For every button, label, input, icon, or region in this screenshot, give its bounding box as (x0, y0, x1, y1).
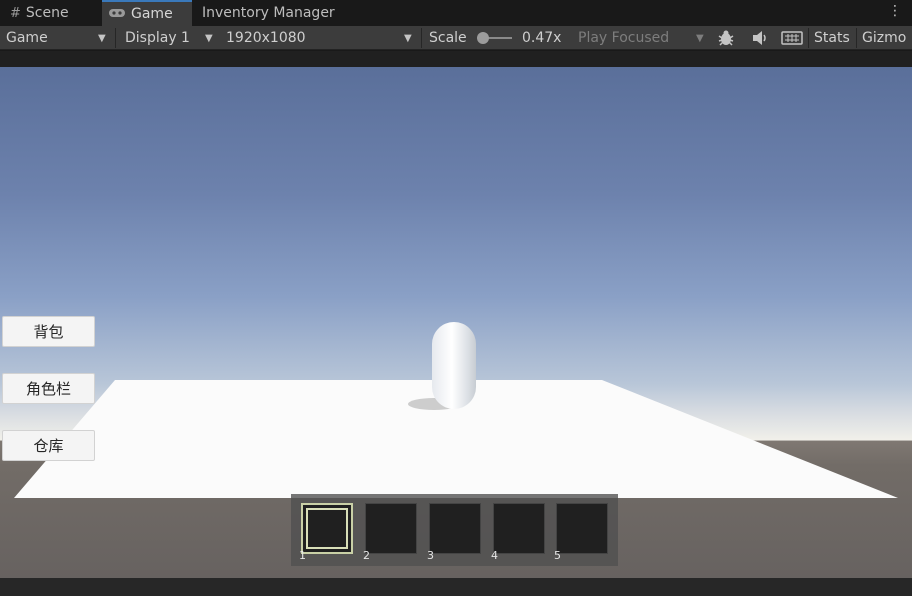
mode-dropdown[interactable]: Game ▼ (6, 26, 110, 50)
bug-icon[interactable] (716, 26, 736, 50)
divider (115, 28, 116, 48)
tab-inventory-manager[interactable]: Inventory Manager (196, 0, 356, 26)
chevron-down-icon: ▼ (205, 32, 213, 44)
kebab-menu-icon[interactable]: ⋮ (888, 3, 902, 19)
gizmos-button[interactable]: Gizmo (862, 26, 906, 50)
resolution-dropdown-label: 1920x1080 (226, 30, 306, 46)
slot-number: 5 (554, 549, 561, 562)
scale-value: 0.47x (522, 30, 562, 46)
play-mode-dropdown-label: Play Focused (578, 30, 670, 46)
editor-tab-bar: # Scene Game Inventory Manager ⋮ (0, 0, 912, 26)
play-mode-dropdown[interactable]: Play Focused ▼ (578, 26, 708, 50)
tab-game-label: Game (131, 6, 173, 22)
speaker-icon[interactable] (751, 26, 769, 50)
slot-number: 3 (427, 549, 434, 562)
backpack-button[interactable]: 背包 (2, 316, 95, 347)
game-viewport[interactable]: 背包 角色栏 仓库 1 2 3 4 5 (0, 67, 912, 578)
slot-number: 2 (363, 549, 370, 562)
resolution-dropdown[interactable]: 1920x1080 ▼ (226, 26, 416, 50)
tab-inventory-manager-label: Inventory Manager (202, 5, 335, 21)
hotbar-slot-4[interactable] (493, 503, 545, 554)
gamepad-icon (108, 7, 126, 22)
slot-number: 1 (299, 549, 306, 562)
divider (856, 28, 857, 48)
hotbar: 1 2 3 4 5 (291, 494, 618, 566)
scale-slider-knob[interactable] (477, 32, 489, 44)
hotbar-slot-5[interactable] (556, 503, 608, 554)
divider (421, 28, 422, 48)
slot-number: 4 (491, 549, 498, 562)
game-view-toolbar: Game ▼ Display 1 ▼ 1920x1080 ▼ Scale 0.4… (0, 26, 912, 50)
mode-dropdown-label: Game (6, 30, 48, 46)
hotbar-slot-3[interactable] (429, 503, 481, 554)
divider (808, 28, 809, 48)
display-dropdown-label: Display 1 (125, 30, 190, 46)
tab-scene-label: Scene (25, 5, 69, 21)
display-dropdown[interactable]: Display 1 ▼ (125, 26, 217, 50)
hotbar-slot-2[interactable] (365, 503, 417, 554)
keyboard-icon[interactable] (781, 26, 803, 50)
chevron-down-icon: ▼ (98, 32, 106, 44)
chevron-down-icon: ▼ (404, 32, 412, 44)
scale-label: Scale (429, 30, 467, 46)
hotbar-slot-1[interactable] (301, 503, 353, 554)
warehouse-button[interactable]: 仓库 (2, 430, 95, 461)
bottom-status-bar (0, 578, 912, 596)
tab-scene[interactable]: # Scene (4, 0, 100, 26)
grid-icon: # (10, 5, 21, 21)
viewport-top-strip (0, 51, 912, 67)
player-capsule (432, 322, 476, 409)
chevron-down-icon: ▼ (696, 32, 704, 44)
stats-button[interactable]: Stats (814, 26, 850, 50)
character-panel-button[interactable]: 角色栏 (2, 373, 95, 404)
tab-game[interactable]: Game (102, 0, 192, 26)
